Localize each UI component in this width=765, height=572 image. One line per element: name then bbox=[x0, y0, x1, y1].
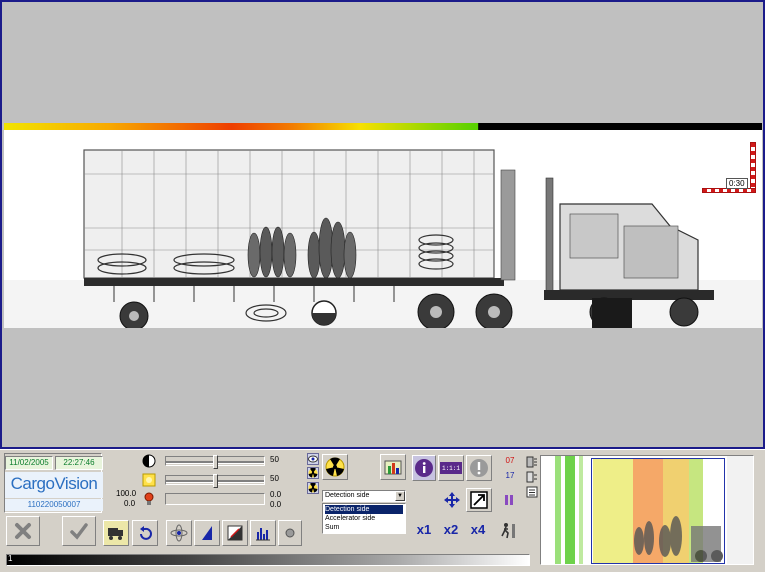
scan-progress-gradient bbox=[4, 123, 762, 130]
pause-button[interactable] bbox=[500, 490, 518, 510]
dose-left-value: 0.0 bbox=[270, 490, 282, 499]
contrast-slider[interactable] bbox=[165, 455, 265, 469]
scan-mode-icon bbox=[526, 456, 537, 468]
scan-mode-button-3[interactable] bbox=[525, 485, 539, 499]
side-options-list[interactable]: Detection side Accelerator side Sum bbox=[322, 503, 406, 534]
pause-icon bbox=[505, 495, 513, 505]
scan-mode-icon bbox=[526, 471, 537, 483]
truck-xray-image bbox=[4, 149, 762, 328]
scan-mode-button-2[interactable] bbox=[525, 470, 539, 484]
radiation-small-button-1[interactable] bbox=[307, 467, 319, 479]
brightness-value: 50 bbox=[270, 474, 279, 483]
info-button[interactable] bbox=[412, 455, 436, 481]
side-option-detection[interactable]: Detection side bbox=[325, 505, 403, 514]
truck-view-button[interactable] bbox=[103, 520, 129, 546]
display-mode-button[interactable]: 1:1:1 bbox=[438, 455, 464, 481]
walk-mode-button[interactable] bbox=[498, 520, 520, 542]
scan-info-box: 11/02/2005 22:27:46 CargoVision 11022005… bbox=[4, 453, 103, 513]
invert-button[interactable] bbox=[222, 520, 248, 546]
side-select-value: Detection side bbox=[325, 492, 370, 499]
exclamation-icon bbox=[470, 459, 488, 477]
counter-bottom: 17 bbox=[505, 471, 515, 480]
timer-ruler-vertical bbox=[750, 142, 756, 190]
walking-person-icon bbox=[501, 523, 515, 539]
reject-button[interactable] bbox=[6, 516, 40, 546]
pan-button[interactable] bbox=[440, 489, 464, 511]
undo-icon bbox=[140, 526, 152, 540]
histogram-icon bbox=[256, 528, 270, 541]
xray-viewer[interactable]: 0:30 bbox=[0, 0, 765, 449]
dose-range-field bbox=[165, 493, 265, 505]
gamma-button[interactable] bbox=[194, 520, 220, 546]
list-icon bbox=[526, 486, 538, 498]
eye-icon bbox=[308, 455, 318, 463]
info-icon bbox=[415, 459, 433, 477]
atom-icon bbox=[170, 524, 188, 542]
contrast-slider-thumb[interactable] bbox=[213, 455, 218, 469]
brightness-slider[interactable] bbox=[165, 474, 265, 488]
grayscale-start-label: 1 bbox=[8, 554, 13, 563]
scan-date: 11/02/2005 bbox=[5, 456, 53, 470]
scan-mode-button-1[interactable] bbox=[525, 455, 539, 469]
contrast-value: 50 bbox=[270, 455, 279, 464]
brightness-slider-thumb[interactable] bbox=[213, 474, 218, 488]
thumbnail-viewport-frame[interactable] bbox=[591, 458, 725, 564]
dose-min-value: 0.0 bbox=[124, 499, 136, 508]
undo-button[interactable] bbox=[132, 520, 158, 546]
side-select[interactable]: Detection side ▼ bbox=[322, 490, 406, 502]
scan-thumbnail[interactable] bbox=[540, 455, 754, 565]
radiation-icon bbox=[308, 468, 318, 478]
dose-max-value: 100.0 bbox=[116, 489, 137, 498]
radiation-icon bbox=[308, 483, 318, 493]
cargovision-logo: CargoVision bbox=[5, 472, 103, 498]
dose-right-value: 0.0 bbox=[270, 500, 282, 509]
brightness-icon bbox=[142, 473, 156, 487]
triangle-icon bbox=[202, 526, 212, 540]
accept-button[interactable] bbox=[62, 516, 96, 546]
counter-top: 07 bbox=[505, 456, 515, 465]
histogram-button[interactable] bbox=[250, 520, 276, 546]
atom-filter-button[interactable] bbox=[166, 520, 192, 546]
radiation-small-button-2[interactable] bbox=[307, 482, 319, 494]
truck-icon bbox=[108, 528, 123, 540]
reset-view-button[interactable] bbox=[278, 520, 302, 546]
dot-icon bbox=[285, 528, 295, 538]
side-option-sum[interactable]: Sum bbox=[325, 523, 403, 532]
grayscale-bar[interactable] bbox=[6, 554, 530, 566]
scan-time: 22:27:46 bbox=[55, 456, 103, 470]
zoom-region-icon bbox=[470, 491, 488, 509]
contrast-icon bbox=[142, 454, 156, 468]
invert-icon bbox=[227, 525, 243, 541]
scan-timer-label: 0:30 bbox=[726, 178, 748, 189]
move-arrows-icon bbox=[444, 492, 460, 508]
zoom-x2-button[interactable]: x2 bbox=[439, 520, 463, 542]
alert-button[interactable] bbox=[466, 455, 492, 481]
light-bulb-icon bbox=[144, 492, 154, 505]
zoom-x1-button[interactable]: x1 bbox=[412, 520, 436, 542]
zoom-region-button[interactable] bbox=[466, 488, 492, 512]
view-eye-button[interactable] bbox=[307, 453, 319, 465]
checkmark-icon bbox=[70, 523, 88, 540]
xray-scan-image[interactable] bbox=[4, 130, 762, 328]
chevron-down-icon[interactable]: ▼ bbox=[395, 491, 405, 501]
side-option-accelerator[interactable]: Accelerator side bbox=[325, 514, 403, 523]
radiation-icon bbox=[325, 457, 345, 477]
radiation-button[interactable] bbox=[322, 454, 348, 480]
cross-icon bbox=[15, 523, 31, 539]
report-button[interactable] bbox=[380, 454, 406, 480]
scan-serial-number: 110220050007 bbox=[5, 499, 103, 511]
chart-people-icon bbox=[384, 460, 402, 475]
zoom-x4-button[interactable]: x4 bbox=[466, 520, 490, 542]
display-readout-text: 1:1:1 bbox=[441, 464, 460, 472]
